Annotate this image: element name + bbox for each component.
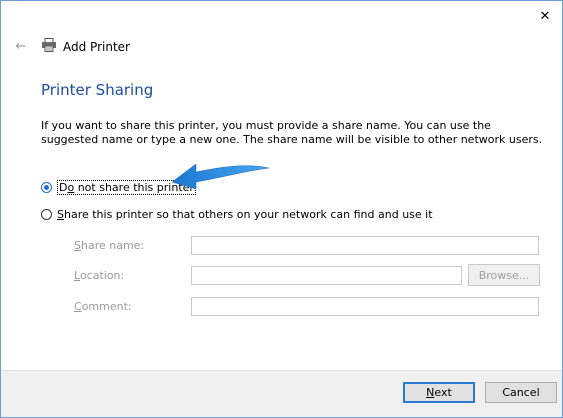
window-title: Add Printer (63, 39, 130, 54)
share-radio[interactable] (41, 209, 52, 220)
back-arrow-icon: ← (15, 38, 27, 54)
share-label[interactable]: Share this printer so that others on you… (57, 208, 433, 221)
close-icon: ✕ (539, 8, 551, 24)
browse-button[interactable]: Browse... (468, 264, 540, 286)
cancel-button[interactable]: Cancel (485, 382, 557, 403)
printer-icon (41, 37, 57, 56)
close-button[interactable]: ✕ (534, 5, 556, 27)
next-button[interactable]: Next (403, 382, 475, 403)
add-printer-window: ✕ ← Add Printer Printer Sharing If you w… (0, 0, 563, 418)
back-button[interactable]: ← (13, 38, 29, 54)
page-heading: Printer Sharing (41, 81, 154, 99)
page-description: If you want to share this printer, you m… (41, 119, 543, 146)
wizard-title: Add Printer (41, 37, 130, 56)
location-label: Location: (74, 269, 125, 282)
comment-label: Comment: (74, 300, 132, 313)
share-option[interactable]: Share this printer so that others on you… (41, 208, 433, 221)
comment-field[interactable] (191, 297, 539, 316)
annotation-arrow-icon (171, 163, 270, 190)
wizard-footer: Next Cancel (1, 370, 562, 417)
no-share-radio[interactable] (41, 182, 52, 193)
share-name-field[interactable] (191, 236, 539, 255)
location-field[interactable] (191, 266, 462, 285)
share-name-label: Share name: (74, 239, 145, 252)
